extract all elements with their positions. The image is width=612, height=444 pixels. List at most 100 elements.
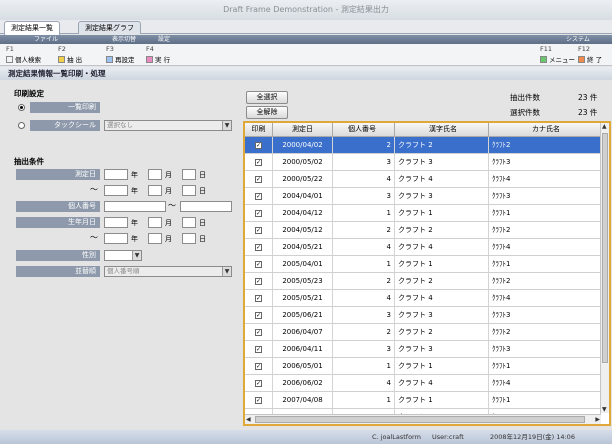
select-all-button[interactable]: 全選択 xyxy=(246,91,288,104)
f4-action-label: 実 行 xyxy=(155,56,171,64)
cell-date: 2004/05/21 xyxy=(273,239,333,255)
table-row[interactable]: ✓ 2005/04/01 1 クラフト 1 ｸﾗﾌﾄ1 xyxy=(245,256,601,273)
deselect-all-button[interactable]: 全解除 xyxy=(246,106,288,119)
table-row[interactable]: ✓ 2004/04/01 3 クラフト 3 ｸﾗﾌﾄ3 xyxy=(245,188,601,205)
f3-reset[interactable]: F3 再設定 xyxy=(106,45,135,64)
status-bar: C. joalLastform User:craft 2008年12月19日(金… xyxy=(0,430,612,444)
checkbox[interactable]: ✓ xyxy=(255,294,262,302)
birth-from-month[interactable] xyxy=(148,217,162,228)
checkbox[interactable]: ✓ xyxy=(255,328,262,336)
cell-kana-name: ｸﾗﾌﾄ1 xyxy=(489,256,601,272)
table-row[interactable]: ✓ 2006/04/07 2 クラフト 2 ｸﾗﾌﾄ2 xyxy=(245,324,601,341)
checkbox[interactable]: ✓ xyxy=(255,260,262,268)
table-row[interactable]: ✓ 2000/04/02 2 クラフト 2 ｸﾗﾌﾄ2 xyxy=(245,137,601,154)
col-header-number[interactable]: 個人番号 xyxy=(333,123,395,137)
table-row[interactable]: ✓ 2005/05/21 4 クラフト 4 ｸﾗﾌﾄ4 xyxy=(245,290,601,307)
birth-from-day[interactable] xyxy=(182,217,196,228)
scroll-left-icon[interactable]: ◀ xyxy=(246,416,251,423)
col-header-print[interactable]: 印刷 xyxy=(245,123,273,137)
table-row[interactable]: ✓ 2000/05/22 4 クラフト 4 ｸﾗﾌﾄ4 xyxy=(245,171,601,188)
tack-seal-select[interactable]: 選択なし ▼ xyxy=(104,120,232,131)
scroll-down-icon[interactable]: ▼ xyxy=(602,406,607,413)
cell-number: 2 xyxy=(333,222,395,238)
tab-result-list[interactable]: 測定結果一覧 xyxy=(4,21,60,35)
checkbox[interactable]: ✓ xyxy=(255,158,262,166)
birth-to-day[interactable] xyxy=(182,233,196,244)
cell-kanji-name: クラフト 3 xyxy=(395,341,489,357)
cell-kanji-name: クラフト 3 xyxy=(395,307,489,323)
f1-personal-search[interactable]: F1 個人検索 xyxy=(6,45,41,64)
status-datetime: 2008年12月19日(金) 14:06 xyxy=(490,433,575,441)
person-search-icon xyxy=(6,55,13,63)
f11-action-label: メニュー xyxy=(549,56,575,64)
table-row[interactable]: ✓ 2004/05/21 4 クラフト 4 ｸﾗﾌﾄ4 xyxy=(245,239,601,256)
menu-icon xyxy=(540,55,547,63)
tab-result-graph[interactable]: 測定結果グラフ xyxy=(78,21,141,34)
table-row[interactable]: ✓ 2005/05/23 2 クラフト 2 ｸﾗﾌﾄ2 xyxy=(245,273,601,290)
birth-from-year[interactable] xyxy=(104,217,128,228)
table-row[interactable]: ✓ 2004/04/12 1 クラフト 1 ｸﾗﾌﾄ1 xyxy=(245,205,601,222)
date-to-year[interactable] xyxy=(104,185,128,196)
f2-extract[interactable]: F2 抽 出 xyxy=(58,45,82,64)
cell-number: 4 xyxy=(333,171,395,187)
table-row[interactable]: ✓ 2006/04/11 3 クラフト 3 ｸﾗﾌﾄ3 xyxy=(245,341,601,358)
sort-order-select[interactable]: 個人番号順 ▼ xyxy=(104,266,232,277)
f1-action-label: 個人検索 xyxy=(15,56,41,64)
cell-date: 2007/04/08 xyxy=(273,392,333,408)
checkbox[interactable]: ✓ xyxy=(255,243,262,251)
checkbox[interactable]: ✓ xyxy=(255,396,262,404)
date-from-month[interactable] xyxy=(148,169,162,180)
vertical-scrollbar[interactable]: ▲ ▼ xyxy=(600,123,609,413)
checkbox[interactable]: ✓ xyxy=(255,192,262,200)
date-from-day[interactable] xyxy=(182,169,196,180)
table-row[interactable]: ✓ 2007/04/08 1 クラフト 1 ｸﾗﾌﾄ1 xyxy=(245,392,601,409)
scroll-up-icon[interactable]: ▲ xyxy=(602,123,607,130)
birth-to-year[interactable] xyxy=(104,233,128,244)
checkbox[interactable]: ✓ xyxy=(255,175,262,183)
cell-kana-name: ｸﾗﾌﾄ1 xyxy=(489,205,601,221)
table-row[interactable]: ✓ 2000/05/02 3 クラフト 3 ｸﾗﾌﾄ3 xyxy=(245,154,601,171)
checkbox[interactable]: ✓ xyxy=(255,226,262,234)
cell-kanji-name: クラフト 1 xyxy=(395,358,489,374)
gender-select[interactable]: ▼ xyxy=(104,250,142,261)
col-header-kana[interactable]: カナ氏名 xyxy=(489,123,601,137)
checkbox[interactable]: ✓ xyxy=(255,379,262,387)
cell-number: 3 xyxy=(333,307,395,323)
checkbox[interactable]: ✓ xyxy=(255,277,262,285)
cell-kanji-name: クラフト 2 xyxy=(395,137,489,153)
personal-number-from[interactable] xyxy=(104,201,166,212)
print-checkbox: ✓ xyxy=(245,222,273,238)
f11-menu[interactable]: F11 メニュー xyxy=(540,45,575,64)
col-header-date[interactable]: 測定日 xyxy=(273,123,333,137)
print-settings-heading: 印刷設定 xyxy=(14,89,44,98)
checkbox[interactable]: ✓ xyxy=(255,362,262,370)
f4-execute[interactable]: F4 実 行 xyxy=(146,45,170,64)
cell-date: 2004/04/01 xyxy=(273,188,333,204)
cell-number: 2 xyxy=(333,324,395,340)
date-to-month[interactable] xyxy=(148,185,162,196)
horizontal-scrollbar[interactable]: ◀ ▶ xyxy=(245,414,601,424)
table-row[interactable]: ✓ 2006/06/02 4 クラフト 4 ｸﾗﾌﾄ4 xyxy=(245,375,601,392)
cell-date: 2005/04/01 xyxy=(273,256,333,272)
radio-tack-seal[interactable] xyxy=(18,122,25,129)
date-from-year[interactable] xyxy=(104,169,128,180)
checkbox[interactable]: ✓ xyxy=(255,141,262,149)
checkbox[interactable]: ✓ xyxy=(255,345,262,353)
col-header-kanji[interactable]: 漢字氏名 xyxy=(395,123,489,137)
band-settings: 設定 xyxy=(158,36,171,43)
table-row[interactable]: ✓ 2006/05/01 1 クラフト 1 ｸﾗﾌﾄ1 xyxy=(245,358,601,375)
checkbox[interactable]: ✓ xyxy=(255,311,262,319)
f12-exit[interactable]: F12 終 了 xyxy=(578,45,602,64)
scroll-right-icon[interactable]: ▶ xyxy=(595,416,600,423)
filter-heading: 抽出条件 xyxy=(14,157,44,166)
radio-list-print[interactable] xyxy=(18,104,25,111)
vertical-scroll-thumb[interactable] xyxy=(602,133,608,363)
horizontal-scroll-thumb[interactable] xyxy=(255,416,585,423)
table-row[interactable]: ✓ 2004/05/12 2 クラフト 2 ｸﾗﾌﾄ2 xyxy=(245,222,601,239)
checkbox[interactable]: ✓ xyxy=(255,209,262,217)
birth-to-month[interactable] xyxy=(148,233,162,244)
date-to-day[interactable] xyxy=(182,185,196,196)
personal-number-to[interactable] xyxy=(180,201,232,212)
print-checkbox: ✓ xyxy=(245,341,273,357)
table-row[interactable]: ✓ 2005/06/21 3 クラフト 3 ｸﾗﾌﾄ3 xyxy=(245,307,601,324)
